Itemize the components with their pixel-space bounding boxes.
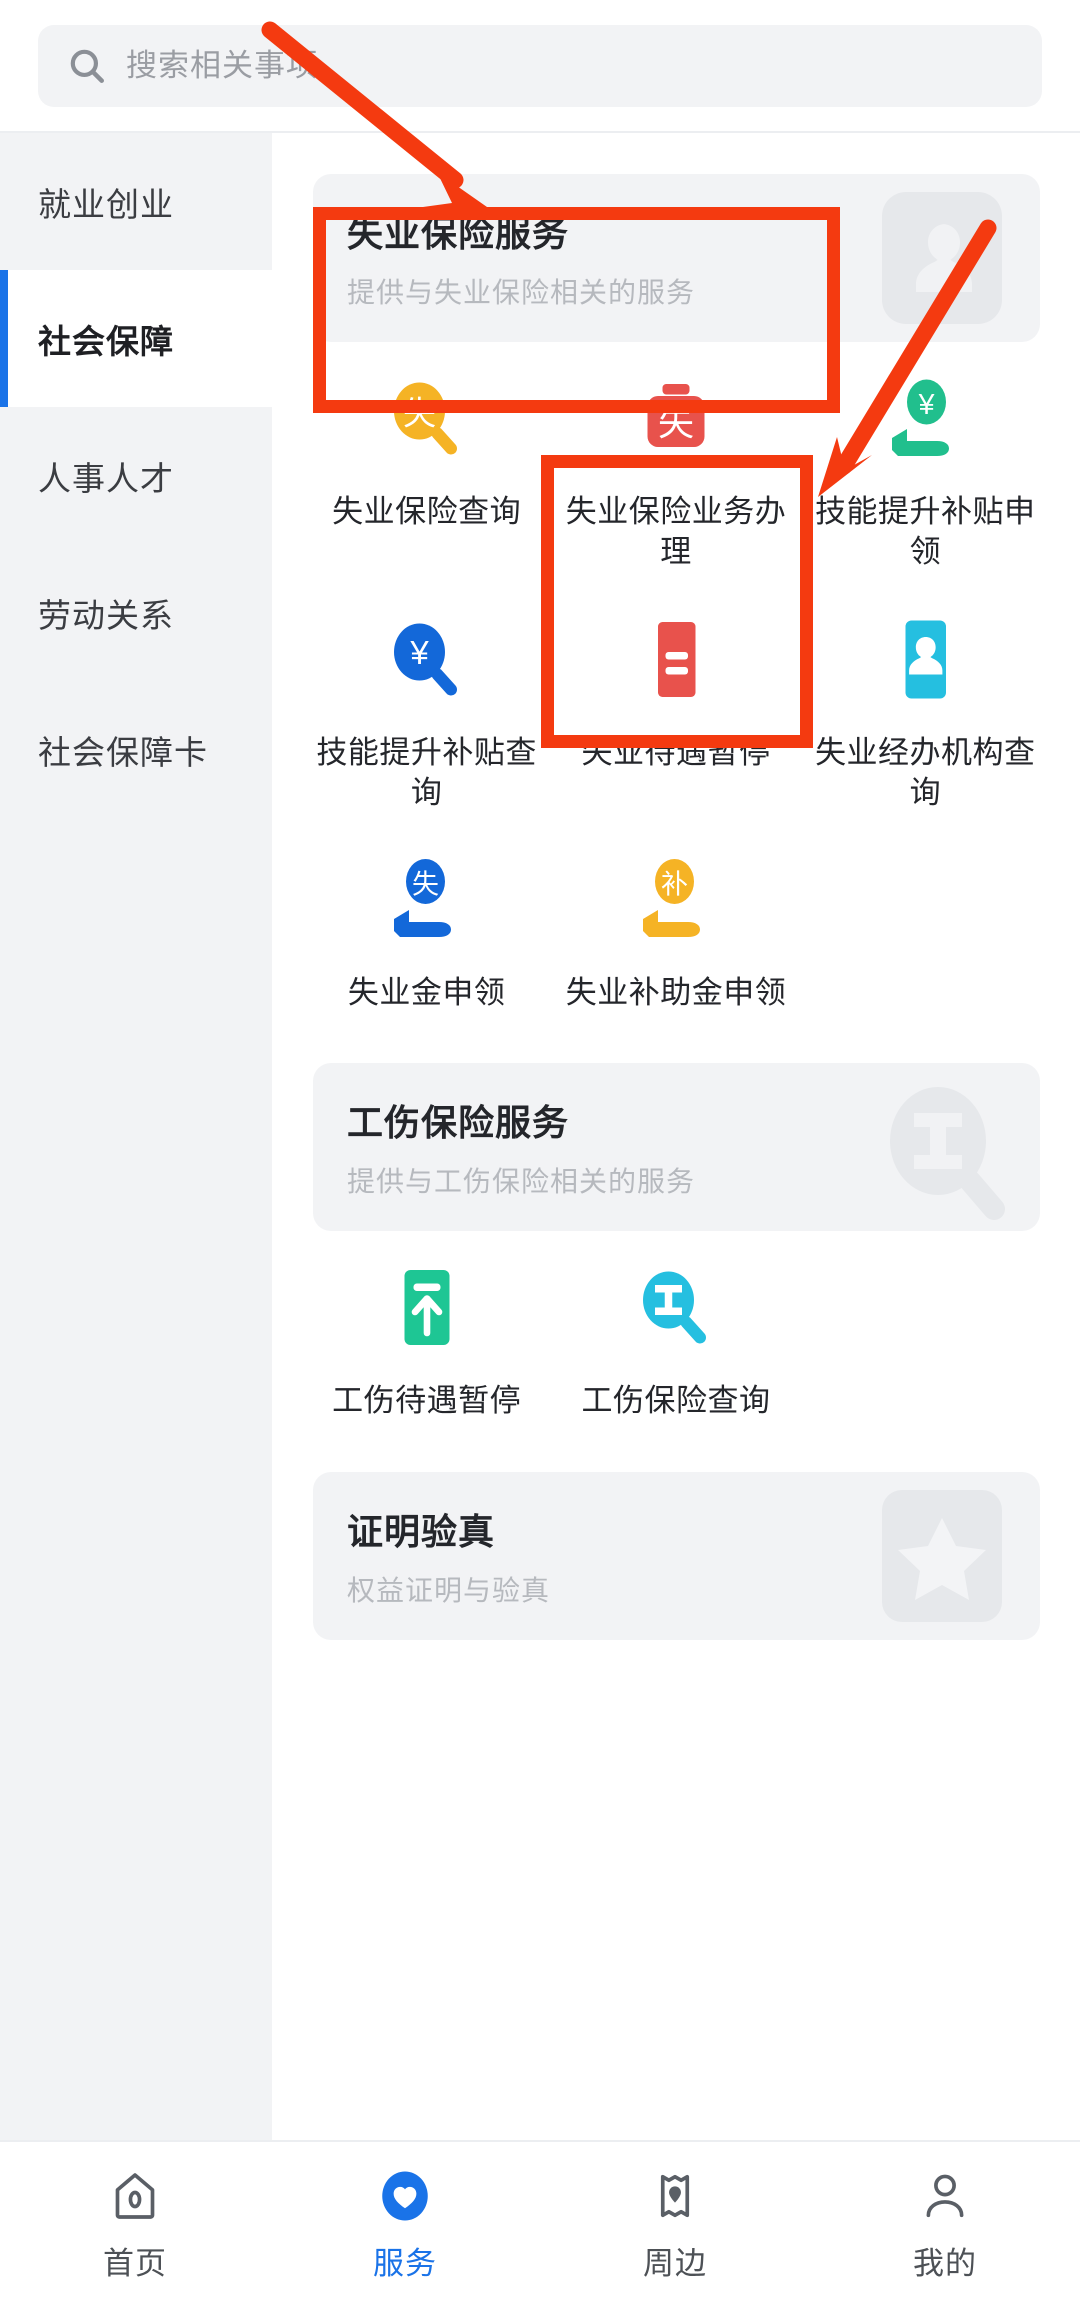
sidebar-item-laodongguanxi[interactable]: 劳动关系 (0, 544, 272, 681)
service-tile-skill-subsidy-apply[interactable]: ¥ 技能提升补贴申领 (801, 342, 1050, 583)
person-badge-cyan-icon (905, 620, 947, 699)
search-icon (70, 49, 104, 83)
service-tile-unemployment-allowance-apply[interactable]: 补 失业补助金申领 (551, 823, 800, 1023)
bottom-tab-bar: 首页 服务 周边 我的 (0, 2140, 1080, 2309)
search-placeholder: 搜索相关事项 (126, 48, 318, 83)
svg-text:失: 失 (658, 402, 694, 443)
service-tile-label: 工伤保险查询 (581, 1383, 771, 1419)
sidebar-item-label: 社会保障 (38, 322, 174, 360)
tab-label: 首页 (103, 2246, 167, 2281)
tab-home[interactable]: 首页 (0, 2168, 270, 2283)
sidebar-item-label: 人事人才 (38, 459, 174, 497)
shiye-hand-blue-icon: 失 (393, 859, 451, 938)
section-header-work-injury[interactable]: 工伤保险服务 提供与工伤保险相关的服务 (313, 1063, 1040, 1232)
service-grid-work-injury: 工伤待遇暂停 工伤保险查询 (272, 1231, 1080, 1431)
gong-magnifier-cyan-icon (642, 1271, 706, 1344)
tab-service[interactable]: 服务 (270, 2168, 540, 2283)
service-tile-unemployment-business[interactable]: 失 失业保险业务办理 (551, 342, 800, 583)
uparrow-card-green-icon (404, 1270, 450, 1346)
bu-hand-yellow-icon: 补 (642, 859, 700, 938)
service-tile-label: 失业补助金申领 (565, 975, 787, 1011)
sidebar-item-label: 社会保障卡 (38, 733, 208, 771)
svg-text:¥: ¥ (918, 389, 935, 421)
tab-mine[interactable]: 我的 (810, 2168, 1080, 2283)
sidebar-item-renshirencai[interactable]: 人事人才 (0, 407, 272, 544)
yen-magnifier-blue-icon: ¥ (393, 623, 457, 696)
heart-service-icon (382, 2171, 428, 2221)
person-icon (926, 2174, 964, 2218)
search-input[interactable]: 搜索相关事项 (38, 24, 1042, 107)
category-sidebar: 就业创业 社会保障 人事人才 劳动关系 社会保障卡 (0, 133, 272, 2140)
star-watermark-icon (882, 1489, 1002, 1622)
service-tile-work-injury-pause[interactable]: 工伤待遇暂停 (302, 1231, 551, 1431)
service-tile-work-injury-query[interactable]: 工伤保险查询 (551, 1231, 800, 1431)
body-row: 就业创业 社会保障 人事人才 劳动关系 社会保障卡 失业保险服务 提供与失业保险… (0, 133, 1080, 2140)
service-tile-unemployment-query[interactable]: 失 失业保险查询 (302, 342, 551, 583)
service-grid-unemployment: 失 失业保险查询 失 失业保险业务办理 ¥ 技能提升补贴申领 ¥ 技能提升补贴查… (272, 342, 1080, 1023)
tab-label: 我的 (913, 2246, 977, 2281)
service-tile-label: 技能提升补贴申领 (815, 494, 1036, 570)
tab-label: 服务 (373, 2246, 437, 2281)
service-content: 失业保险服务 提供与失业保险相关的服务 失 失业保险查询 失 失业保险业务办理 … (272, 133, 1080, 2140)
section-header-certificate-verify[interactable]: 证明验真 权益证明与验真 (313, 1471, 1040, 1640)
service-tile-label: 工伤待遇暂停 (332, 1383, 522, 1419)
service-tile-spacer (801, 1231, 1050, 1431)
service-tile-label: 技能提升补贴查询 (316, 734, 537, 810)
service-tile-unemployment-benefit-pause[interactable]: 失业待遇暂停 (551, 583, 800, 824)
service-tile-unemployment-fund-apply[interactable]: 失 失业金申领 (302, 823, 551, 1023)
app-root: 搜索相关事项 就业创业 社会保障 人事人才 劳动关系 社会保障卡 失业保险服务 … (0, 0, 1080, 2309)
gong-magnifier-watermark-icon (890, 1087, 1005, 1221)
tab-nearby[interactable]: 周边 (540, 2168, 810, 2283)
pause-card-red-icon (657, 621, 696, 697)
map-pin-icon (660, 2174, 690, 2218)
service-tile-label: 失业保险业务办理 (565, 494, 787, 570)
sidebar-item-label: 劳动关系 (38, 596, 174, 634)
shiye-briefcase-red-icon: 失 (647, 384, 705, 447)
search-bar-container: 搜索相关事项 (0, 0, 1080, 133)
yen-hand-green-icon: ¥ (892, 379, 950, 456)
section-header-unemployment[interactable]: 失业保险服务 提供与失业保险相关的服务 (313, 174, 1040, 342)
sidebar-item-shehuibaozhang[interactable]: 社会保障 (0, 270, 272, 407)
service-tile-label: 失业金申领 (347, 975, 506, 1011)
service-tile-label: 失业经办机构查询 (815, 734, 1036, 810)
svg-text:失: 失 (412, 870, 439, 900)
sidebar-item-shebaoka[interactable]: 社会保障卡 (0, 681, 272, 818)
service-tile-label: 失业待遇暂停 (581, 734, 771, 770)
svg-text:失: 失 (403, 395, 436, 432)
svg-text:¥: ¥ (409, 634, 429, 671)
service-tile-label: 失业保险查询 (332, 494, 522, 529)
service-tile-skill-subsidy-query[interactable]: ¥ 技能提升补贴查询 (302, 583, 551, 824)
sidebar-item-jiuye[interactable]: 就业创业 (0, 133, 272, 270)
sidebar-item-label: 就业创业 (38, 185, 174, 223)
tab-label: 周边 (643, 2246, 707, 2281)
svg-text:补: 补 (661, 870, 688, 900)
service-tile-spacer (801, 823, 1050, 1023)
shiye-magnifier-yellow-icon: 失 (393, 382, 457, 455)
person-badge-watermark-icon (882, 192, 1002, 324)
home-icon (115, 2173, 155, 2219)
service-tile-agency-query[interactable]: 失业经办机构查询 (801, 583, 1050, 824)
